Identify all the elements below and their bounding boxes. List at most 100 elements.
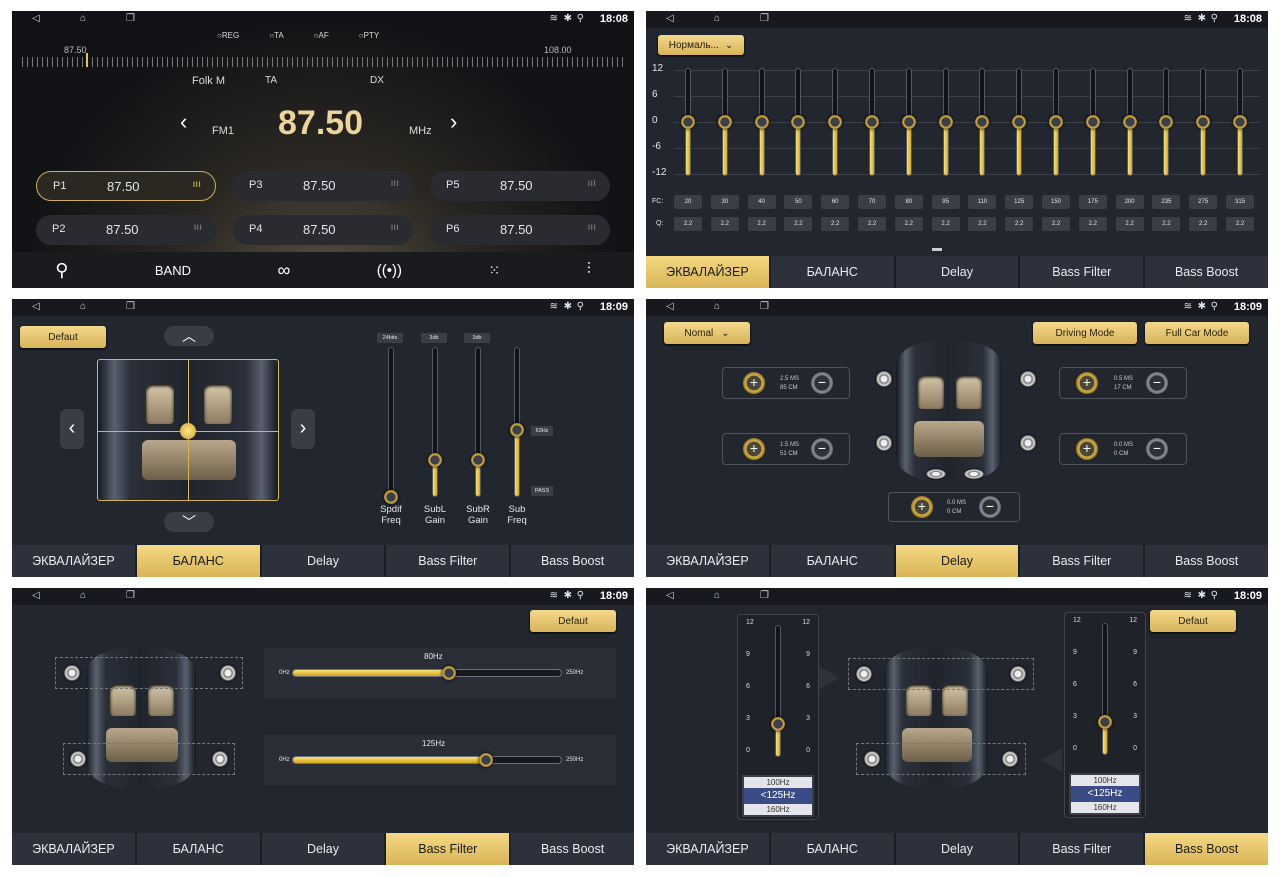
- rds-pty[interactable]: ○PTY: [359, 31, 379, 40]
- frequency-scale[interactable]: [22, 57, 624, 67]
- eq-band-fc[interactable]: 95: [931, 195, 960, 209]
- back-icon[interactable]: ◁: [666, 590, 674, 601]
- eq-band-q[interactable]: 2.2: [1152, 217, 1181, 231]
- left-boost-slider[interactable]: [775, 625, 781, 757]
- tab-delay[interactable]: Delay: [895, 545, 1021, 577]
- home-icon[interactable]: ⌂: [714, 590, 720, 601]
- minus-button[interactable]: −: [811, 438, 833, 460]
- sub-slider-knob[interactable]: [510, 422, 524, 437]
- balance-right-button[interactable]: ›: [291, 409, 315, 449]
- selected-option[interactable]: <125Hz: [1071, 786, 1139, 802]
- radio-signal-icon[interactable]: ((•)): [377, 262, 402, 279]
- settings-sliders-icon[interactable]: ⫶: [587, 261, 591, 279]
- recent-apps-icon[interactable]: ❐: [126, 590, 135, 601]
- stereo-icon[interactable]: ∞: [277, 260, 290, 281]
- bass-filter-default-button[interactable]: Defaut: [530, 610, 616, 632]
- eq-band-q[interactable]: 2.2: [968, 217, 997, 231]
- minus-button[interactable]: −: [1146, 372, 1168, 394]
- eq-band-fc[interactable]: 50: [784, 195, 813, 209]
- eq-band-knob[interactable]: [865, 115, 879, 129]
- tab-bass-filter[interactable]: Bass Filter: [1020, 833, 1146, 865]
- tab-balance[interactable]: БАЛАНС: [771, 833, 896, 865]
- tab-bass-boost[interactable]: Bass Boost: [511, 833, 634, 865]
- search-icon[interactable]: ⚲: [55, 260, 68, 281]
- eq-band-knob[interactable]: [901, 115, 916, 129]
- balance-down-button[interactable]: ﹀: [164, 512, 214, 532]
- eq-band-knob[interactable]: [754, 115, 769, 129]
- sub-slider-knob[interactable]: [471, 452, 485, 467]
- eq-band-q[interactable]: 2.2: [1189, 217, 1218, 231]
- preset-p6[interactable]: P6 87.50 ııı: [430, 215, 610, 245]
- tab-equalizer[interactable]: ЭКВАЛАЙЗЕР: [646, 256, 771, 288]
- eq-band-q[interactable]: 2.2: [1005, 217, 1034, 231]
- recent-apps-icon[interactable]: ❐: [126, 301, 135, 312]
- home-icon[interactable]: ⌂: [714, 13, 720, 24]
- eq-band-fc[interactable]: 70: [858, 195, 886, 209]
- tab-bass-boost[interactable]: Bass Boost: [1145, 545, 1268, 577]
- back-icon[interactable]: ◁: [32, 13, 40, 24]
- home-icon[interactable]: ⌂: [80, 301, 86, 312]
- plus-button[interactable]: +: [743, 438, 765, 460]
- plus-button[interactable]: +: [911, 496, 933, 518]
- eq-band-knob[interactable]: [681, 115, 695, 129]
- back-icon[interactable]: ◁: [32, 301, 40, 312]
- selected-option[interactable]: <125Hz: [744, 788, 812, 804]
- plus-button[interactable]: +: [743, 372, 765, 394]
- eq-band-q[interactable]: 2.2: [784, 217, 813, 231]
- recent-apps-icon[interactable]: ❐: [760, 590, 769, 601]
- option[interactable]: 100Hz: [744, 777, 812, 788]
- eq-band-q[interactable]: 2.2: [931, 217, 960, 231]
- eq-band-knob[interactable]: [1233, 115, 1247, 129]
- tab-balance[interactable]: БАЛАНС: [137, 833, 262, 865]
- eq-band-q[interactable]: 2.2: [674, 217, 702, 231]
- sub-slider-knob[interactable]: [428, 452, 442, 467]
- recent-apps-icon[interactable]: ❐: [760, 13, 769, 24]
- rds-ta[interactable]: ○TA: [269, 31, 283, 40]
- eq-band-q[interactable]: 2.2: [747, 217, 776, 231]
- sub-slider[interactable]: [475, 347, 481, 497]
- preset-p2[interactable]: P2 87.50 ııı: [36, 215, 216, 245]
- eq-band-q[interactable]: 2.2: [1115, 217, 1144, 231]
- tab-bass-boost[interactable]: Bass Boost: [511, 545, 634, 577]
- tab-delay[interactable]: Delay: [262, 833, 387, 865]
- plus-button[interactable]: +: [1076, 438, 1098, 460]
- rds-af[interactable]: ○AF: [314, 31, 329, 40]
- eq-band-knob[interactable]: [1196, 115, 1211, 129]
- tab-equalizer[interactable]: ЭКВАЛАЙЗЕР: [12, 833, 137, 865]
- preset-p1[interactable]: P1 87.50 ııı: [36, 171, 216, 201]
- tab-delay[interactable]: Delay: [896, 256, 1021, 288]
- minus-button[interactable]: −: [1146, 438, 1168, 460]
- rear-filter-slider[interactable]: [292, 756, 562, 764]
- right-frequency-picker[interactable]: 100Hz <125Hz 160Hz: [1069, 773, 1141, 815]
- recent-apps-icon[interactable]: ❐: [760, 301, 769, 312]
- left-frequency-picker[interactable]: 100Hz <125Hz 160Hz: [742, 775, 814, 817]
- right-boost-slider[interactable]: [1102, 623, 1108, 755]
- band-button[interactable]: BAND: [155, 263, 191, 278]
- eq-band-q[interactable]: 2.2: [894, 217, 923, 231]
- eq-band-fc[interactable]: 200: [1115, 195, 1144, 209]
- slider-knob[interactable]: [1098, 715, 1112, 729]
- tab-bass-filter[interactable]: Bass Filter: [1020, 256, 1146, 288]
- sub-slider[interactable]: [432, 347, 438, 497]
- home-icon[interactable]: ⌂: [80, 590, 86, 601]
- eq-band-q[interactable]: 2.2: [1226, 217, 1254, 231]
- slider-knob[interactable]: [441, 666, 456, 680]
- home-icon[interactable]: ⌂: [714, 301, 720, 312]
- eq-band-fc[interactable]: 275: [1189, 195, 1218, 209]
- eq-band-fc[interactable]: 80: [894, 195, 923, 209]
- eq-band-fc[interactable]: 30: [710, 195, 739, 209]
- back-icon[interactable]: ◁: [666, 13, 674, 24]
- eq-band-fc[interactable]: 60: [821, 195, 850, 209]
- eq-band-knob[interactable]: [975, 115, 990, 129]
- eq-preset-dropdown[interactable]: Нормаль... ⌄: [658, 35, 744, 55]
- tab-balance[interactable]: БАЛАНС: [771, 256, 896, 288]
- eq-band-fc[interactable]: 125: [1005, 195, 1034, 209]
- balance-left-button[interactable]: ‹: [60, 409, 84, 449]
- prev-station-button[interactable]: ‹: [180, 109, 187, 135]
- delay-preset-dropdown[interactable]: Nomal ⌄: [664, 322, 750, 344]
- next-station-button[interactable]: ›: [450, 109, 457, 135]
- eq-band-knob[interactable]: [717, 115, 732, 129]
- tab-balance[interactable]: БАЛАНС: [771, 545, 896, 577]
- slider-knob[interactable]: [771, 717, 785, 731]
- tab-equalizer[interactable]: ЭКВАЛАЙЗЕР: [12, 545, 137, 577]
